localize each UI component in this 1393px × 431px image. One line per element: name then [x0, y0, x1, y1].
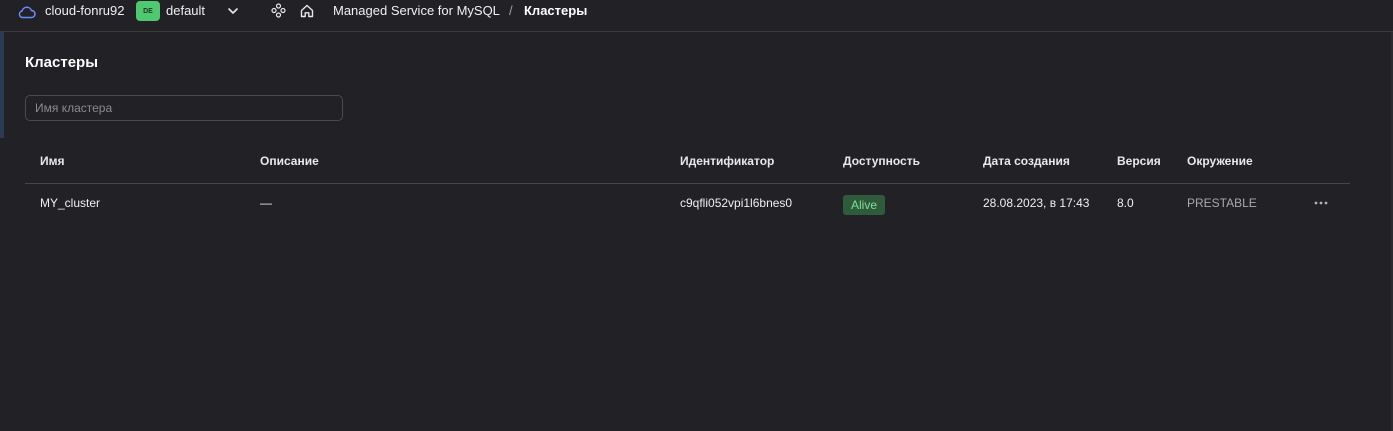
- breadcrumb-current: Кластеры: [524, 3, 588, 18]
- table-row[interactable]: MY_cluster — c9qfli052vpi1l6bnes0 Alive …: [25, 184, 1350, 224]
- page-title: Кластеры: [25, 54, 99, 71]
- folder-badge[interactable]: DE: [136, 1, 160, 21]
- cloud-icon[interactable]: [18, 5, 36, 19]
- column-header-version[interactable]: Версия: [1117, 154, 1161, 168]
- column-header-name[interactable]: Имя: [40, 154, 65, 168]
- cell-created-date: 28.08.2023, в 17:43: [983, 196, 1090, 210]
- table-header: Имя Описание Идентификатор Доступность Д…: [25, 145, 1350, 184]
- cell-environment: PRESTABLE: [1187, 196, 1257, 210]
- status-badge: Alive: [843, 195, 886, 215]
- folder-name[interactable]: default: [166, 3, 205, 18]
- column-header-created[interactable]: Дата создания: [983, 154, 1070, 168]
- cluster-name-search-input[interactable]: [25, 95, 343, 121]
- clusters-table: Имя Описание Идентификатор Доступность Д…: [25, 145, 1350, 224]
- column-header-id[interactable]: Идентификатор: [680, 154, 774, 168]
- cell-cluster-id: c9qfli052vpi1l6bnes0: [680, 196, 793, 210]
- cell-cluster-name[interactable]: MY_cluster: [40, 196, 100, 210]
- cell-version: 8.0: [1117, 196, 1134, 210]
- top-bar: cloud-fonru92 DE default Managed Service…: [0, 0, 1393, 32]
- more-icon[interactable]: [1313, 198, 1329, 208]
- chevron-down-icon[interactable]: [227, 5, 239, 17]
- column-header-environment[interactable]: Окружение: [1187, 154, 1253, 168]
- breadcrumb-service[interactable]: Managed Service for MySQL: [333, 3, 500, 18]
- column-header-description[interactable]: Описание: [260, 154, 319, 168]
- left-sidebar-edge: [0, 32, 4, 138]
- services-icon[interactable]: [271, 3, 286, 18]
- home-icon[interactable]: [299, 3, 315, 19]
- breadcrumb-separator: /: [509, 3, 513, 18]
- cloud-name[interactable]: cloud-fonru92: [45, 3, 125, 18]
- column-header-status[interactable]: Доступность: [843, 154, 920, 168]
- cell-description: —: [260, 196, 272, 210]
